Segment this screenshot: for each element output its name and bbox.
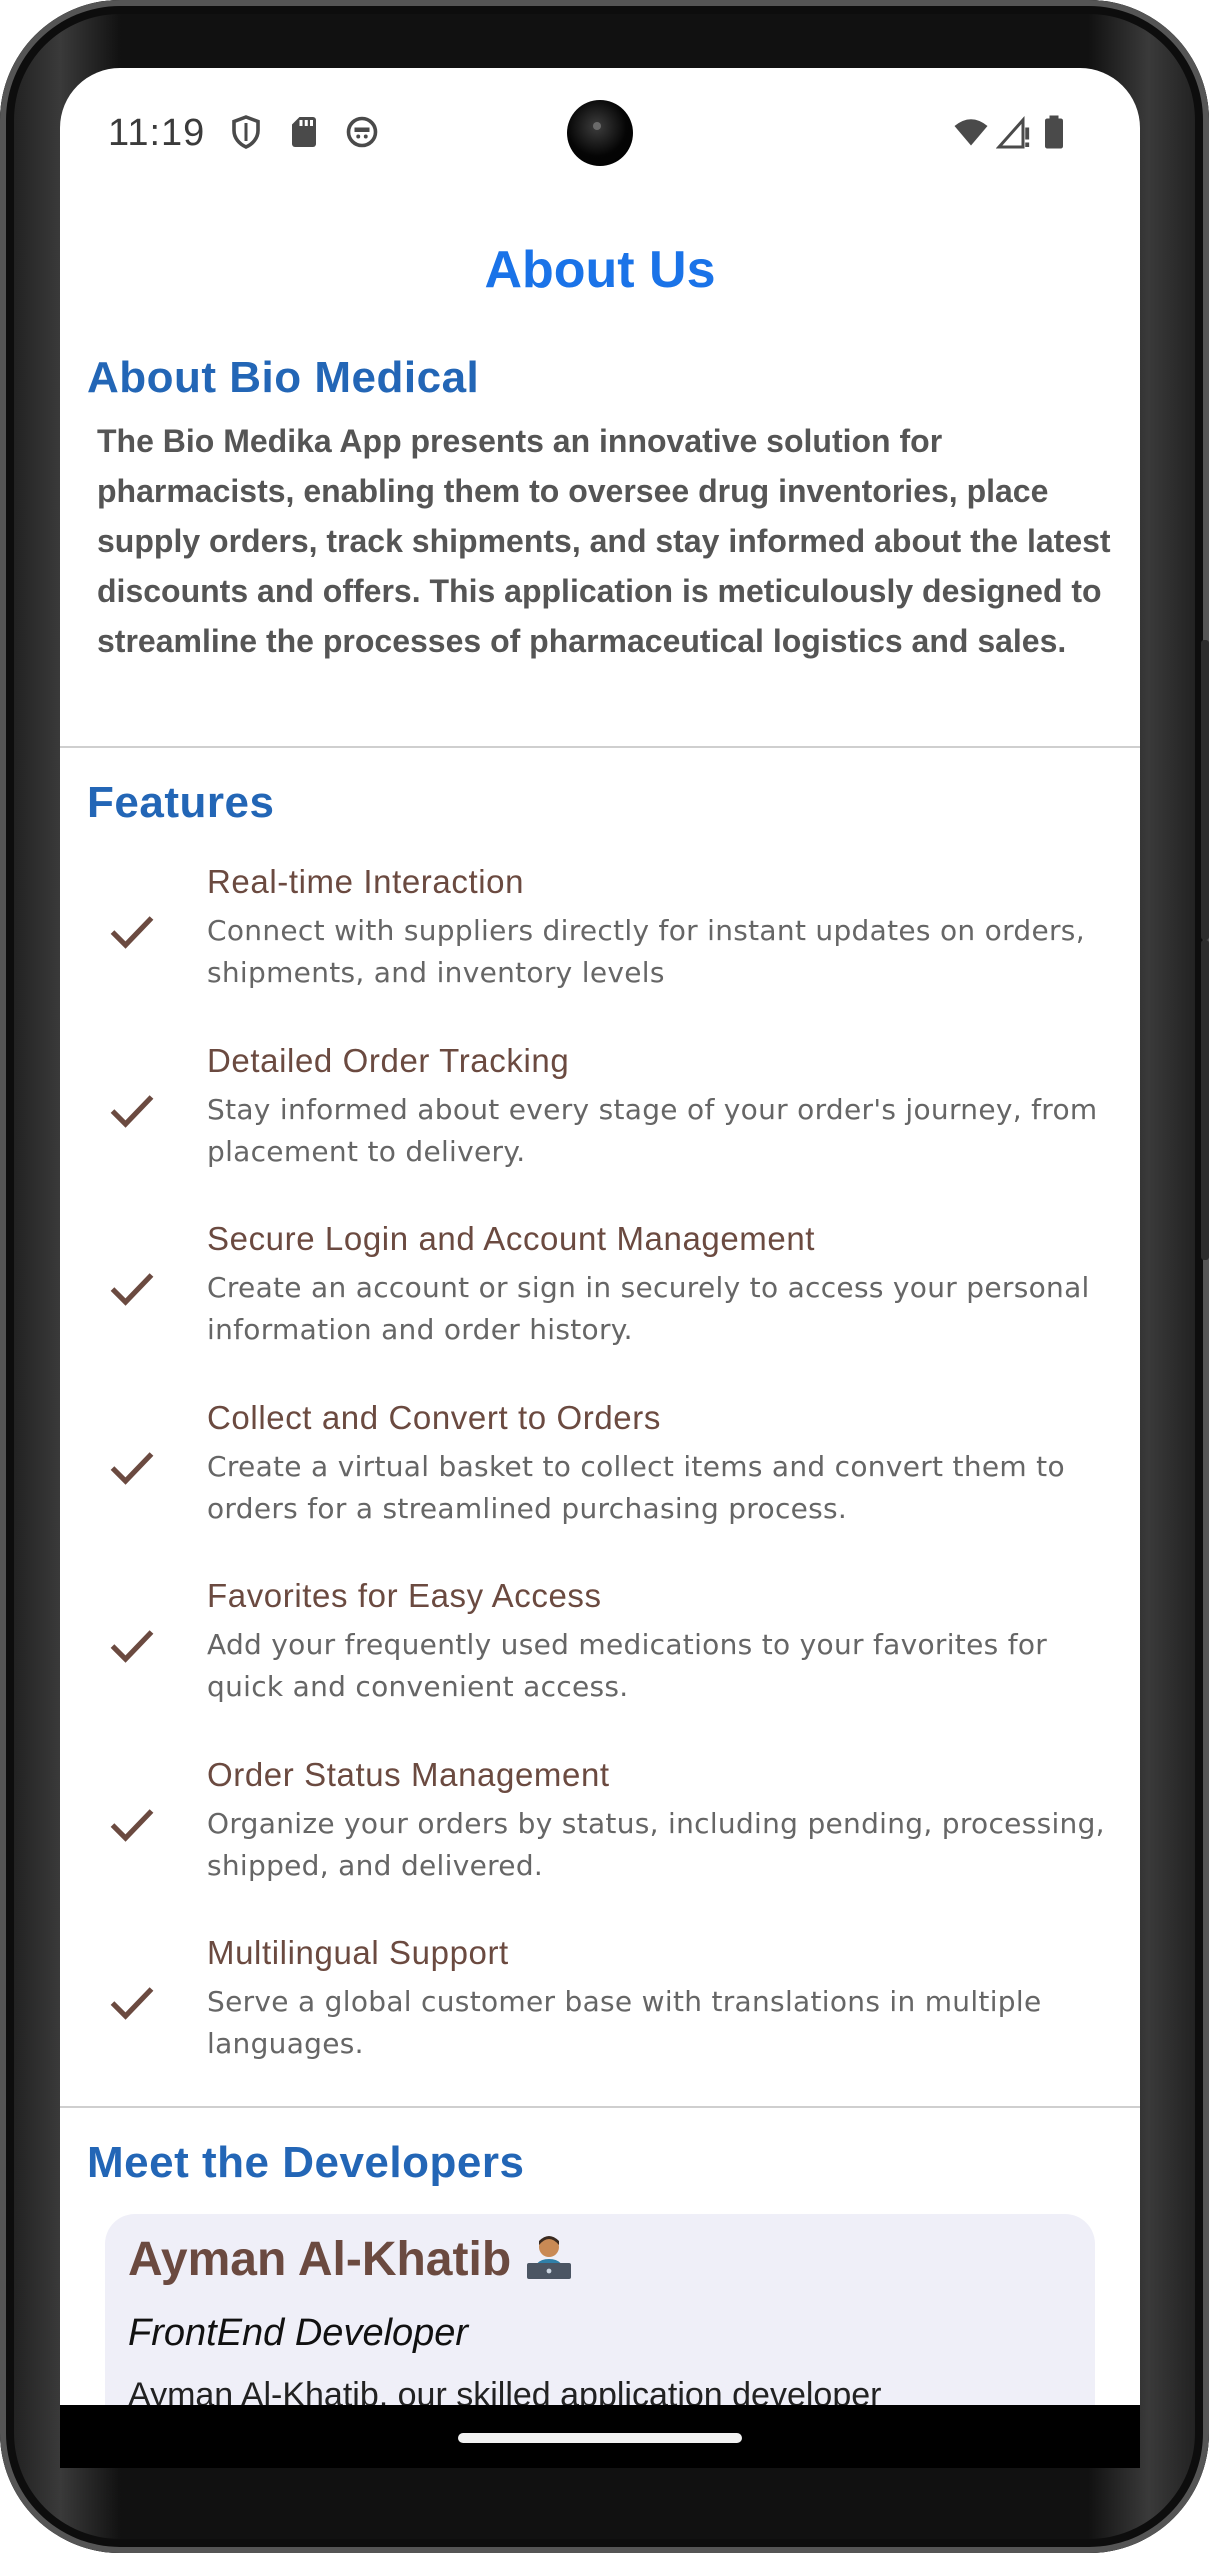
check-icon — [110, 1095, 154, 1128]
power-button — [1201, 640, 1209, 940]
technologist-emoji-icon — [527, 2236, 572, 2279]
feature-title: Collect and Convert to Orders — [207, 1399, 661, 1436]
feature-description: Serve a global customer base with transl… — [207, 1985, 1042, 2060]
volume-button — [1201, 940, 1209, 1260]
feature-description: Create a virtual basket to collect items… — [207, 1450, 1065, 1525]
feature-description: Organize your orders by status, includin… — [207, 1807, 1105, 1882]
status-bar: 11:19 — [60, 68, 1140, 198]
feature-title: Multilingual Support — [207, 1934, 509, 1971]
home-gesture-handle[interactable] — [458, 2433, 742, 2443]
check-icon — [110, 1452, 154, 1485]
feature-description: Stay informed about every stage of your … — [207, 1093, 1098, 1168]
divider — [60, 746, 1140, 748]
feature-title: Real-time Interaction — [207, 863, 525, 900]
front-camera — [567, 100, 633, 166]
features-heading: Features — [87, 778, 275, 827]
about-heading: About Bio Medical — [87, 353, 480, 402]
feature-title: Order Status Management — [207, 1756, 610, 1793]
feature-title: Favorites for Easy Access — [207, 1577, 602, 1614]
check-icon — [110, 1630, 154, 1663]
check-icon — [110, 1987, 154, 2020]
divider — [60, 2106, 1140, 2108]
check-icon — [110, 1273, 154, 1306]
feature-description: Connect with suppliers directly for inst… — [207, 914, 1085, 989]
wifi-icon — [954, 119, 988, 146]
feature-item: Real-time Interaction Connect with suppl… — [60, 863, 1140, 1033]
signal-alert-icon — [996, 116, 1030, 149]
developer-role: FrontEnd Developer — [128, 2312, 469, 2354]
feature-title: Secure Login and Account Management — [207, 1220, 816, 1257]
feature-item: Multilingual Support Serve a global cust… — [60, 1934, 1140, 2104]
feature-item: Order Status Management Organize your or… — [60, 1756, 1140, 1926]
feature-item: Secure Login and Account Management Crea… — [60, 1220, 1140, 1390]
status-time: 11:19 — [108, 112, 206, 154]
page-title: About Us — [484, 241, 716, 299]
feature-description: Add your frequently used medications to … — [207, 1628, 1048, 1703]
feature-item: Favorites for Easy Access Add your frequ… — [60, 1577, 1140, 1747]
sd-card-icon — [292, 117, 316, 147]
navigation-bar — [60, 2405, 1140, 2468]
about-text: The Bio Medika App presents an innovativ… — [97, 423, 1111, 659]
check-icon — [110, 1809, 154, 1842]
app-notification-icon — [346, 116, 378, 148]
shield-icon — [232, 115, 260, 149]
feature-title: Detailed Order Tracking — [207, 1042, 570, 1079]
battery-icon — [1045, 115, 1063, 149]
developer-name-row: Ayman Al-Khatib — [128, 2232, 575, 2287]
feature-item: Detailed Order Tracking Stay informed ab… — [60, 1042, 1140, 1212]
feature-description: Create an account or sign in securely to… — [207, 1271, 1090, 1346]
check-icon — [110, 916, 154, 949]
screen: 11:19 About Us About Bio Medical The Bio… — [60, 68, 1140, 2468]
developer-name: Ayman Al-Khatib — [128, 2233, 512, 2286]
feature-item: Collect and Convert to Orders Create a v… — [60, 1399, 1140, 1569]
developers-heading: Meet the Developers — [87, 2138, 525, 2187]
